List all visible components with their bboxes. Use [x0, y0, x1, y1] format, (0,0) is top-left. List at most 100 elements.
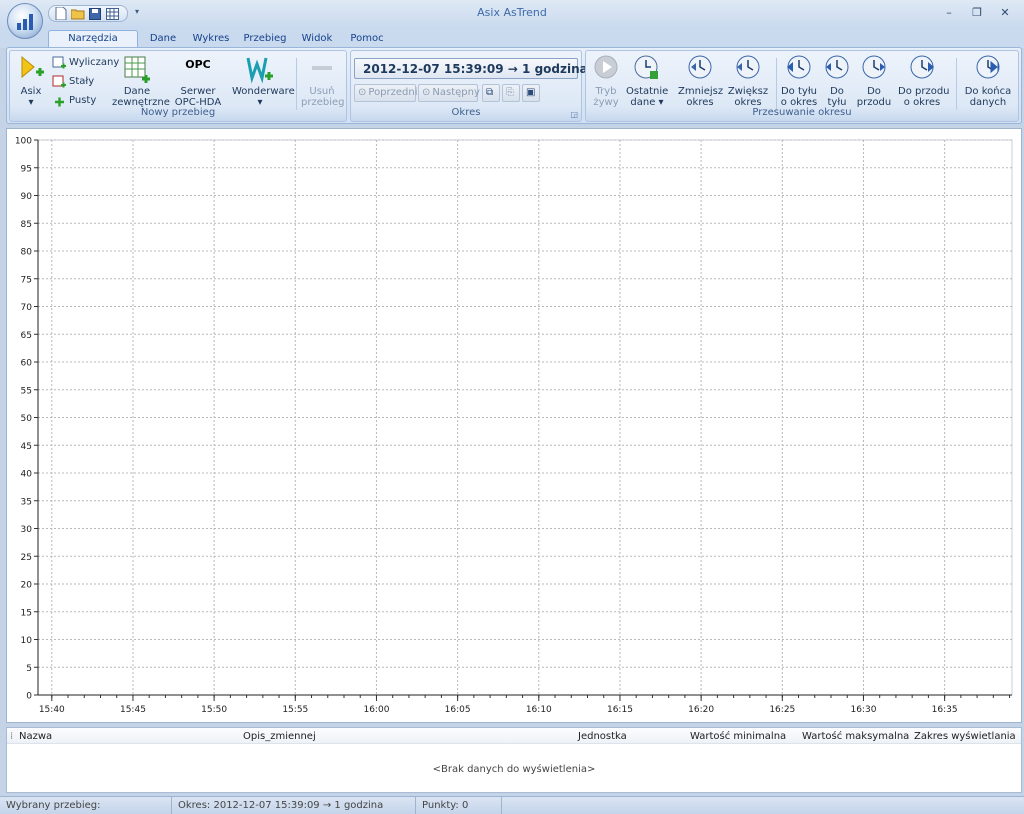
y-tick-label: 65 [21, 331, 32, 341]
wonderware-button[interactable]: Wonderware ▾ [232, 54, 295, 108]
poprzedni-button[interactable]: ⊙ Poprzedni [354, 84, 418, 102]
x-tick-label: 16:35 [932, 705, 958, 715]
rewind-period-icon [787, 55, 811, 79]
y-tick-label: 40 [21, 470, 33, 480]
remove-icon [312, 66, 332, 70]
asix-add-icon [21, 55, 44, 79]
dane-zewnetrzne-button[interactable]: Dane zewnętrzne [112, 54, 170, 108]
save-icon[interactable] [88, 7, 102, 21]
tryb-zywy-button[interactable]: Tryb żywy [588, 54, 624, 108]
zmniejsz-okres-button[interactable]: Zmniejsz okres [678, 54, 723, 108]
column-header-wartosc-maksymalna[interactable]: Wartość maksymalna [802, 731, 909, 742]
period-dialog-button[interactable]: ▣ [522, 84, 540, 102]
y-tick-label: 75 [21, 275, 32, 285]
zwieksz-okres-button[interactable]: Zwiększ okres [726, 54, 770, 108]
y-tick-label: 70 [21, 303, 33, 313]
ribbon-tabs: Narzędzia główne Dane Wykres Przebieg Wi… [0, 28, 1024, 60]
forward-period-icon [910, 55, 934, 79]
column-header-zakres[interactable]: Zakres wyświetlania [914, 731, 1016, 742]
y-tick-label: 0 [26, 692, 32, 702]
zoom-out-period-icon [736, 55, 760, 79]
tab-dane[interactable]: Dane [144, 30, 182, 48]
status-period: Okres: 2012-12-07 15:39:09 → 1 godzina [172, 797, 416, 814]
x-tick-label: 15:55 [282, 705, 308, 715]
x-tick-label: 15:50 [201, 705, 227, 715]
table-header: ⁞ Nazwa Opis_zmiennej Jednostka Wartość … [7, 728, 1021, 744]
do-przodu-button[interactable]: Do przodu [856, 54, 892, 108]
restore-button[interactable]: ❐ [964, 4, 990, 22]
copy-period-button[interactable]: ⧉ [482, 84, 500, 102]
asix-button[interactable]: Asix ▾ [14, 54, 48, 108]
do-tylu-o-okres-button[interactable]: Do tyłu o okres [780, 54, 818, 108]
y-tick-label: 35 [21, 497, 32, 507]
quick-access-toolbar [48, 5, 128, 22]
y-tick-label: 45 [21, 442, 32, 452]
window-title: Asix AsTrend [477, 6, 547, 19]
column-header-wartosc-minimalna[interactable]: Wartość minimalna [690, 731, 786, 742]
y-tick-label: 5 [26, 664, 32, 674]
column-header-nazwa[interactable]: Nazwa [19, 731, 52, 742]
y-tick-label: 100 [15, 137, 32, 147]
trend-chart[interactable]: 0 5 10 15 20 25 30 35 40 45 50 55 60 65 70 75 80 85 90 95 10… [7, 129, 1021, 722]
x-tick-label: 16:00 [363, 705, 389, 715]
customize-qat-icon[interactable]: ▾ [132, 7, 142, 19]
application-menu-button[interactable] [7, 3, 43, 39]
do-tylu-button[interactable]: Do tyłu [820, 54, 854, 108]
group-przesuwanie-okresu: Tryb żywy Ostatnie dane ▾ Zmniejsz okres Zw… [585, 50, 1019, 122]
y-tick-label: 50 [21, 414, 33, 424]
plot-area [37, 139, 1013, 696]
constant-icon [52, 75, 66, 87]
minimize-button[interactable]: – [936, 4, 962, 22]
x-tick-label: 16:05 [445, 705, 471, 715]
open-folder-icon[interactable] [71, 7, 85, 21]
tab-widok[interactable]: Widok [297, 30, 337, 48]
variables-table[interactable]: ⁞ Nazwa Opis_zmiennej Jednostka Wartość … [6, 727, 1022, 793]
tab-przebieg[interactable]: Przebieg [241, 30, 289, 48]
paste-period-button[interactable]: ⎘ [502, 84, 520, 102]
chart-bars-icon [17, 14, 33, 30]
step-forward-icon [862, 55, 886, 79]
tab-pomoc[interactable]: Pomoc [346, 30, 388, 48]
tab-narzedzia-glowne[interactable]: Narzędzia główne [48, 30, 138, 60]
period-selector[interactable]: 2012-12-07 15:39:09 → 1 godzina [354, 58, 588, 79]
x-tick-label: 16:30 [850, 705, 876, 715]
drag-handle-icon[interactable]: ⁞ [10, 731, 13, 742]
y-tick-label: 15 [21, 608, 32, 618]
copy-icon: ⧉ [486, 87, 494, 98]
chart-area[interactable]: 0 5 10 15 20 25 30 35 40 45 50 55 60 65 70 75 80 85 90 95 10… [6, 128, 1022, 723]
dialog-launcher-icon[interactable]: ◲ [570, 110, 578, 119]
y-tick-label: 90 [21, 192, 33, 202]
y-tick-label: 80 [21, 248, 33, 258]
group-okres: 2012-12-07 15:39:09 → 1 godzina ⊙ Poprzed… [350, 50, 588, 122]
x-tick-label: 16:20 [688, 705, 714, 715]
column-header-jednostka[interactable]: Jednostka [578, 731, 627, 742]
serwer-opc-hda-button[interactable]: OPC Serwer OPC-HDA [174, 54, 222, 108]
staly-button[interactable]: Stały [52, 73, 94, 90]
x-tick-label: 15:40 [39, 705, 65, 715]
new-document-icon[interactable] [54, 7, 68, 21]
group-nowy-przebieg: Asix ▾ Wyliczany Stały Pusty Dane zewnętrz… [9, 50, 347, 122]
y-tick-label: 85 [21, 220, 32, 230]
do-konca-danych-button[interactable]: Do końca danych [960, 54, 1016, 108]
ribbon: Asix ▾ Wyliczany Stały Pusty Dane zewnętrz… [6, 47, 1022, 124]
ostatnie-dane-button[interactable]: Ostatnie dane ▾ [626, 54, 668, 108]
usun-przebieg-button[interactable]: Usuń przebieg [301, 54, 345, 108]
table-icon[interactable] [105, 7, 119, 21]
wyliczany-button[interactable]: Wyliczany [52, 54, 119, 71]
status-points: Punkty: 0 [416, 797, 502, 814]
calculated-icon [52, 56, 66, 68]
x-tick-label: 16:15 [607, 705, 633, 715]
do-przodu-o-okres-button[interactable]: Do przodu o okres [898, 54, 950, 108]
external-data-icon [124, 56, 150, 83]
group-separator [776, 58, 777, 110]
nastepny-button[interactable]: ⊙ Następny [418, 84, 480, 102]
step-back-icon [825, 55, 849, 79]
column-header-opis[interactable]: Opis_zmiennej [243, 731, 316, 742]
wonderware-icon [246, 57, 273, 84]
y-tick-label: 20 [21, 581, 33, 591]
group-label: Nowy przebieg [140, 107, 216, 118]
tab-wykres[interactable]: Wykres [190, 30, 232, 48]
close-button[interactable]: ✕ [992, 4, 1018, 22]
group-label: Okres [451, 107, 481, 118]
group-separator [296, 58, 297, 110]
